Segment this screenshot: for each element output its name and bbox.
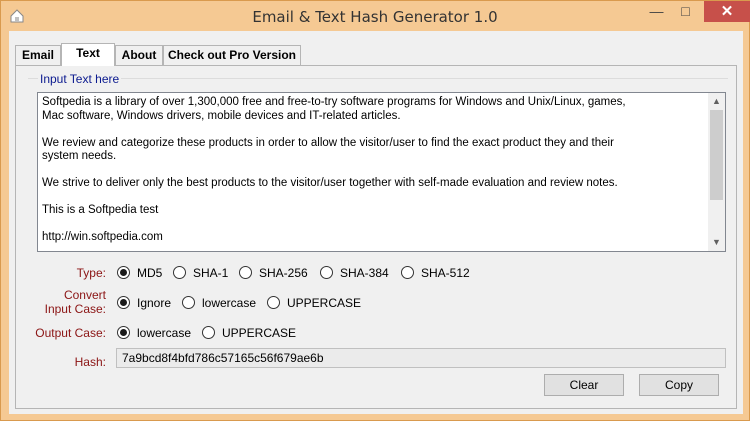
title-bar[interactable]: Email & Text Hash Generator 1.0 — □ ✕ bbox=[1, 1, 750, 31]
input-text-content[interactable]: Softpedia is a library of over 1,300,000… bbox=[42, 96, 704, 245]
input-text-area[interactable]: Softpedia is a library of over 1,300,000… bbox=[37, 92, 726, 252]
convert-ignore-label[interactable]: Ignore bbox=[137, 296, 171, 310]
hash-label: Hash: bbox=[74, 355, 106, 369]
type-sha512-radio[interactable] bbox=[401, 266, 414, 279]
minimize-button[interactable]: — bbox=[643, 1, 670, 22]
convert-label-line1: Convert bbox=[63, 288, 106, 302]
type-sha384-radio[interactable] bbox=[320, 266, 333, 279]
output-uppercase-radio[interactable] bbox=[202, 326, 215, 339]
app-window: Email & Text Hash Generator 1.0 — □ ✕ Em… bbox=[0, 0, 750, 421]
scroll-thumb[interactable] bbox=[710, 110, 723, 200]
tab-email[interactable]: Email bbox=[15, 45, 61, 65]
hash-output-field[interactable]: 7a9bcd8f4bfd786c57165c56f679ae6b bbox=[116, 348, 726, 368]
group-divider bbox=[28, 78, 728, 79]
type-sha1-radio[interactable] bbox=[173, 266, 186, 279]
client-area: Email Text About Check out Pro Version I… bbox=[9, 31, 743, 414]
vertical-scrollbar[interactable]: ▲ ▼ bbox=[708, 93, 725, 251]
type-md5-radio[interactable] bbox=[117, 266, 130, 279]
convert-lowercase-label[interactable]: lowercase bbox=[202, 296, 256, 310]
type-sha256-radio[interactable] bbox=[239, 266, 252, 279]
maximize-button[interactable]: □ bbox=[672, 1, 699, 22]
convert-uppercase-label[interactable]: UPPERCASE bbox=[287, 296, 361, 310]
window-title: Email & Text Hash Generator 1.0 bbox=[252, 8, 498, 26]
convert-lowercase-radio[interactable] bbox=[182, 296, 195, 309]
close-button[interactable]: ✕ bbox=[704, 1, 750, 22]
tab-about[interactable]: About bbox=[115, 45, 163, 65]
scroll-up-icon[interactable]: ▲ bbox=[708, 93, 725, 110]
scroll-down-icon[interactable]: ▼ bbox=[708, 234, 725, 251]
clear-button[interactable]: Clear bbox=[544, 374, 624, 396]
type-sha256-label[interactable]: SHA-256 bbox=[259, 266, 308, 280]
copy-button[interactable]: Copy bbox=[639, 374, 719, 396]
output-lowercase-radio[interactable] bbox=[117, 326, 130, 339]
tab-check-out-pro-version[interactable]: Check out Pro Version bbox=[163, 45, 301, 65]
type-sha512-label[interactable]: SHA-512 bbox=[421, 266, 470, 280]
type-label: Type: bbox=[76, 266, 106, 280]
type-md5-label[interactable]: MD5 bbox=[137, 266, 162, 280]
convert-label-line2: Input Case: bbox=[44, 302, 106, 316]
type-sha1-label[interactable]: SHA-1 bbox=[193, 266, 228, 280]
convert-uppercase-radio[interactable] bbox=[267, 296, 280, 309]
convert-ignore-radio[interactable] bbox=[117, 296, 130, 309]
output-case-label: Output Case: bbox=[35, 326, 106, 340]
type-sha384-label[interactable]: SHA-384 bbox=[340, 266, 389, 280]
convert-input-case-label: Convert Input Case: bbox=[36, 288, 106, 316]
output-lowercase-label[interactable]: lowercase bbox=[137, 326, 191, 340]
tab-text[interactable]: Text bbox=[61, 43, 115, 66]
input-group-label: Input Text here bbox=[38, 72, 122, 86]
output-uppercase-label[interactable]: UPPERCASE bbox=[222, 326, 296, 340]
